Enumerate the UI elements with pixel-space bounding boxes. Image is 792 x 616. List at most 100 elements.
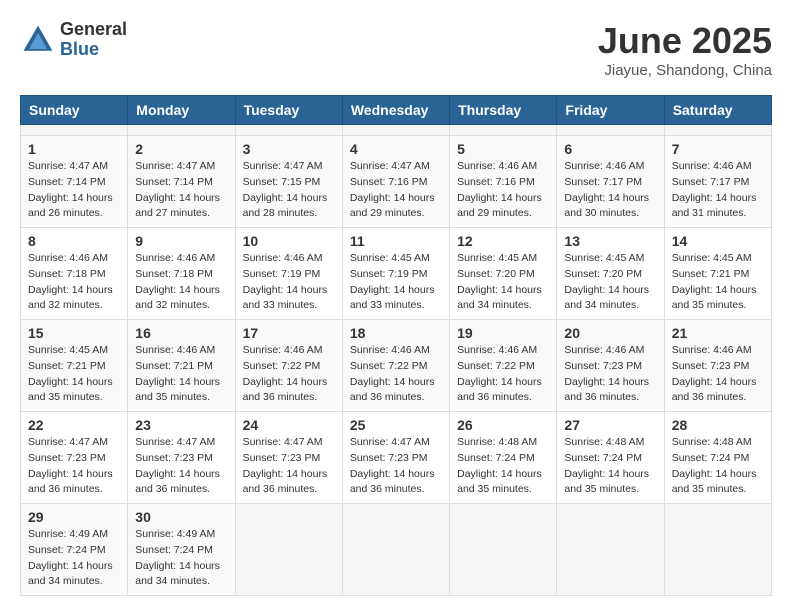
logo-icon: [20, 22, 56, 58]
calendar-cell: 12 Sunrise: 4:45 AMSunset: 7:20 PMDayligh…: [450, 228, 557, 320]
day-number: 17: [243, 325, 335, 341]
calendar-cell: 18 Sunrise: 4:46 AMSunset: 7:22 PMDayligh…: [342, 320, 449, 412]
day-number: 16: [135, 325, 227, 341]
logo-text: General Blue: [60, 20, 127, 60]
day-info: Sunrise: 4:47 AMSunset: 7:23 PMDaylight:…: [243, 435, 335, 498]
calendar-cell: [21, 125, 128, 136]
day-info: Sunrise: 4:46 AMSunset: 7:18 PMDaylight:…: [28, 251, 120, 314]
day-info: Sunrise: 4:46 AMSunset: 7:17 PMDaylight:…: [672, 159, 764, 222]
calendar-cell: [235, 125, 342, 136]
day-info: Sunrise: 4:48 AMSunset: 7:24 PMDaylight:…: [457, 435, 549, 498]
calendar-cell: 4 Sunrise: 4:47 AMSunset: 7:16 PMDaylight…: [342, 136, 449, 228]
calendar-cell: [128, 125, 235, 136]
day-info: Sunrise: 4:49 AMSunset: 7:24 PMDaylight:…: [28, 527, 120, 590]
day-info: Sunrise: 4:48 AMSunset: 7:24 PMDaylight:…: [672, 435, 764, 498]
day-number: 9: [135, 233, 227, 249]
day-info: Sunrise: 4:47 AMSunset: 7:15 PMDaylight:…: [243, 159, 335, 222]
day-number: 8: [28, 233, 120, 249]
day-info: Sunrise: 4:46 AMSunset: 7:22 PMDaylight:…: [457, 343, 549, 406]
day-number: 4: [350, 141, 442, 157]
day-number: 25: [350, 417, 442, 433]
day-number: 24: [243, 417, 335, 433]
day-number: 12: [457, 233, 549, 249]
day-number: 29: [28, 509, 120, 525]
calendar-cell: 8 Sunrise: 4:46 AMSunset: 7:18 PMDaylight…: [21, 228, 128, 320]
calendar-week-5: 29 Sunrise: 4:49 AMSunset: 7:24 PMDayligh…: [21, 504, 772, 596]
calendar-cell: [450, 125, 557, 136]
day-info: Sunrise: 4:47 AMSunset: 7:23 PMDaylight:…: [135, 435, 227, 498]
calendar-cell: 21Sunrise: 4:46 AMSunset: 7:23 PMDayligh…: [664, 320, 771, 412]
day-number: 15: [28, 325, 120, 341]
calendar-cell: 7 Sunrise: 4:46 AMSunset: 7:17 PMDaylight…: [664, 136, 771, 228]
day-info: Sunrise: 4:47 AMSunset: 7:14 PMDaylight:…: [28, 159, 120, 222]
day-info: Sunrise: 4:45 AMSunset: 7:21 PMDaylight:…: [672, 251, 764, 314]
calendar-cell: [557, 125, 664, 136]
calendar-week-4: 22 Sunrise: 4:47 AMSunset: 7:23 PMDayligh…: [21, 412, 772, 504]
page-header: General Blue June 2025 Jiayue, Shandong,…: [20, 20, 772, 79]
header-saturday: Saturday: [664, 96, 771, 125]
calendar-cell: [342, 504, 449, 596]
calendar-cell: 14 Sunrise: 4:45 AMSunset: 7:21 PMDayligh…: [664, 228, 771, 320]
month-title: June 2025: [598, 20, 772, 62]
calendar-cell: [664, 504, 771, 596]
day-number: 7: [672, 141, 764, 157]
day-info: Sunrise: 4:46 AMSunset: 7:23 PMDaylight:…: [564, 343, 656, 406]
day-number: 26: [457, 417, 549, 433]
day-info: Sunrise: 4:47 AMSunset: 7:14 PMDaylight:…: [135, 159, 227, 222]
day-number: 3: [243, 141, 335, 157]
calendar-cell: [342, 125, 449, 136]
calendar-cell: 10Sunrise: 4:46 AMSunset: 7:19 PMDayligh…: [235, 228, 342, 320]
calendar-cell: 15 Sunrise: 4:45 AMSunset: 7:21 PMDayligh…: [21, 320, 128, 412]
day-info: Sunrise: 4:46 AMSunset: 7:21 PMDaylight:…: [135, 343, 227, 406]
day-info: Sunrise: 4:47 AMSunset: 7:16 PMDaylight:…: [350, 159, 442, 222]
day-number: 22: [28, 417, 120, 433]
calendar-cell: 9 Sunrise: 4:46 AMSunset: 7:18 PMDaylight…: [128, 228, 235, 320]
calendar-cell: 27Sunrise: 4:48 AMSunset: 7:24 PMDayligh…: [557, 412, 664, 504]
calendar-week-2: 8 Sunrise: 4:46 AMSunset: 7:18 PMDaylight…: [21, 228, 772, 320]
day-info: Sunrise: 4:45 AMSunset: 7:20 PMDaylight:…: [457, 251, 549, 314]
day-number: 11: [350, 233, 442, 249]
calendar-table: SundayMondayTuesdayWednesdayThursdayFrid…: [20, 95, 772, 596]
calendar-cell: [557, 504, 664, 596]
calendar-cell: 1 Sunrise: 4:47 AMSunset: 7:14 PMDaylight…: [21, 136, 128, 228]
day-number: 14: [672, 233, 764, 249]
day-info: Sunrise: 4:45 AMSunset: 7:21 PMDaylight:…: [28, 343, 120, 406]
calendar-cell: 29 Sunrise: 4:49 AMSunset: 7:24 PMDayligh…: [21, 504, 128, 596]
day-number: 20: [564, 325, 656, 341]
day-number: 1: [28, 141, 120, 157]
day-info: Sunrise: 4:46 AMSunset: 7:19 PMDaylight:…: [243, 251, 335, 314]
day-number: 28: [672, 417, 764, 433]
header-wednesday: Wednesday: [342, 96, 449, 125]
calendar-header-row: SundayMondayTuesdayWednesdayThursdayFrid…: [21, 96, 772, 125]
calendar-cell: [450, 504, 557, 596]
calendar-cell: 2 Sunrise: 4:47 AMSunset: 7:14 PMDaylight…: [128, 136, 235, 228]
day-number: 6: [564, 141, 656, 157]
day-info: Sunrise: 4:46 AMSunset: 7:18 PMDaylight:…: [135, 251, 227, 314]
calendar-cell: 23 Sunrise: 4:47 AMSunset: 7:23 PMDayligh…: [128, 412, 235, 504]
day-number: 18: [350, 325, 442, 341]
day-info: Sunrise: 4:45 AMSunset: 7:20 PMDaylight:…: [564, 251, 656, 314]
calendar-cell: [235, 504, 342, 596]
location-subtitle: Jiayue, Shandong, China: [598, 62, 772, 79]
day-info: Sunrise: 4:46 AMSunset: 7:17 PMDaylight:…: [564, 159, 656, 222]
header-tuesday: Tuesday: [235, 96, 342, 125]
day-info: Sunrise: 4:48 AMSunset: 7:24 PMDaylight:…: [564, 435, 656, 498]
title-block: June 2025 Jiayue, Shandong, China: [598, 20, 772, 79]
day-info: Sunrise: 4:47 AMSunset: 7:23 PMDaylight:…: [28, 435, 120, 498]
header-monday: Monday: [128, 96, 235, 125]
calendar-cell: 26 Sunrise: 4:48 AMSunset: 7:24 PMDayligh…: [450, 412, 557, 504]
day-number: 5: [457, 141, 549, 157]
header-sunday: Sunday: [21, 96, 128, 125]
calendar-cell: 11Sunrise: 4:45 AMSunset: 7:19 PMDayligh…: [342, 228, 449, 320]
day-number: 2: [135, 141, 227, 157]
calendar-week-3: 15 Sunrise: 4:45 AMSunset: 7:21 PMDayligh…: [21, 320, 772, 412]
day-number: 23: [135, 417, 227, 433]
calendar-cell: 28 Sunrise: 4:48 AMSunset: 7:24 PMDayligh…: [664, 412, 771, 504]
day-info: Sunrise: 4:46 AMSunset: 7:22 PMDaylight:…: [350, 343, 442, 406]
calendar-cell: 22 Sunrise: 4:47 AMSunset: 7:23 PMDayligh…: [21, 412, 128, 504]
calendar-cell: 13Sunrise: 4:45 AMSunset: 7:20 PMDayligh…: [557, 228, 664, 320]
header-friday: Friday: [557, 96, 664, 125]
day-number: 19: [457, 325, 549, 341]
calendar-week-1: 1 Sunrise: 4:47 AMSunset: 7:14 PMDaylight…: [21, 136, 772, 228]
day-number: 30: [135, 509, 227, 525]
